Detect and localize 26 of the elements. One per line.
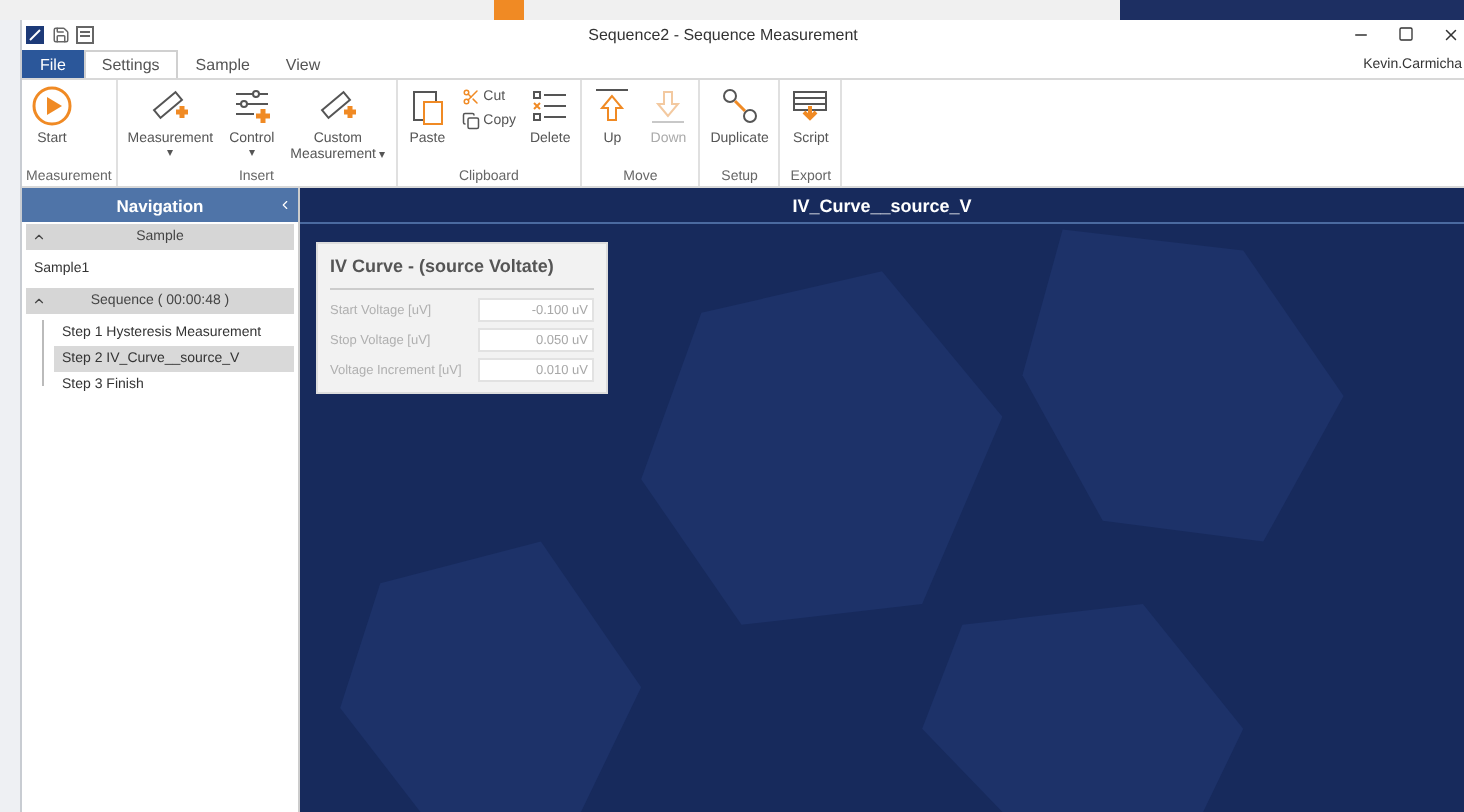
ribbon-tab[interactable]: View — [267, 50, 339, 78]
nodes-icon — [719, 86, 760, 126]
navigation-title: Navigation — [116, 195, 204, 215]
card-title: IV Curve - (source Voltate) — [330, 252, 594, 290]
save-icon[interactable] — [52, 26, 70, 44]
close-icon[interactable] — [1442, 26, 1460, 44]
window-title: Sequence2 - Sequence Measurement — [586, 26, 860, 44]
content-title: IV_Curve__source_V — [300, 188, 1464, 224]
ribbon-tab[interactable]: Sample — [177, 50, 268, 78]
collapse-icon[interactable] — [278, 198, 292, 212]
printer-icon — [790, 86, 831, 126]
window-icon[interactable] — [76, 26, 94, 44]
clipboard-icon — [407, 86, 448, 126]
arrow-down-icon — [648, 86, 689, 126]
maximize-icon[interactable] — [1398, 26, 1414, 42]
app-logo-icon — [26, 26, 44, 44]
scissors-icon — [461, 88, 480, 106]
copy-icon — [461, 112, 480, 130]
chevron-up-icon — [32, 230, 46, 244]
chevron-up-icon — [32, 294, 46, 308]
arrow-up-icon — [592, 86, 633, 126]
play-icon — [32, 86, 72, 126]
sliders-plus-icon — [231, 86, 272, 126]
list-delete-icon — [530, 86, 571, 126]
file-menu-tab[interactable]: File — [22, 50, 84, 78]
ribbon-tab[interactable]: Settings — [83, 50, 178, 78]
